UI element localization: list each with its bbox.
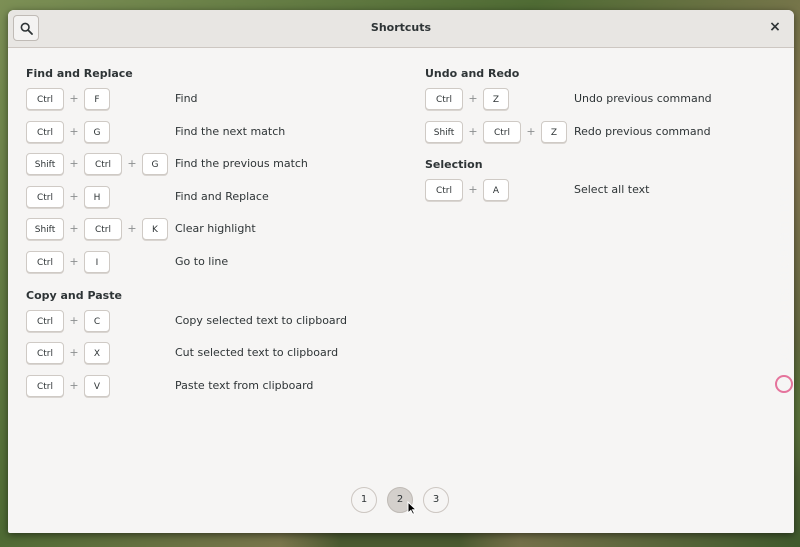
close-icon: × [769, 19, 781, 35]
keycap-ctrl: Ctrl [26, 309, 64, 332]
plus-separator: + [526, 124, 536, 138]
keycap-g: G [142, 153, 168, 176]
shortcut-row: Ctrl + F Find [26, 88, 406, 112]
keycap-ctrl: Ctrl [26, 251, 64, 273]
shortcut-row: Ctrl + G Find the next match [26, 120, 406, 145]
keycap-shift: Shift [26, 153, 64, 176]
shortcut-description: Find [175, 92, 198, 105]
keycap-i: I [84, 251, 110, 273]
shortcut-description: Go to line [175, 255, 229, 268]
shortcut-description: Copy selected text to clipboard [175, 313, 347, 327]
shortcut-description: Clear highlight [175, 222, 256, 236]
keycap-c: C [84, 309, 110, 332]
shortcut-description: Redo previous command [574, 124, 711, 138]
keycap-ctrl: Ctrl [84, 153, 122, 176]
plus-separator: + [69, 255, 79, 268]
plus-separator: + [127, 222, 137, 236]
shortcut-description: Paste text from clipboard [175, 378, 314, 392]
plus-separator: + [69, 189, 79, 203]
plus-separator: + [69, 313, 79, 327]
keycap-z: Z [541, 120, 567, 143]
titlebar: Shortcuts × [8, 10, 794, 48]
plus-separator: + [69, 346, 79, 360]
shortcut-row: Ctrl + V Paste text from clipboard [26, 374, 406, 399]
debian-logo-icon [775, 375, 793, 393]
shortcuts-column-right: Undo and Redo Ctrl + Z Undo previous command… [425, 47, 785, 477]
plus-separator: + [468, 124, 478, 138]
page-switcher: 123 [8, 487, 794, 515]
plus-separator: + [69, 124, 79, 138]
plus-separator: + [127, 157, 137, 171]
shortcut-row: Ctrl + H Find and Replace [26, 185, 406, 210]
section-title: Undo and Redo [425, 67, 520, 80]
shortcut-description: Undo previous command [574, 92, 712, 105]
plus-separator: + [468, 92, 478, 105]
window-title: Shortcuts [370, 21, 432, 34]
shortcut-row: Shift + Ctrl + G Find the previous match [26, 153, 406, 177]
page-button-3[interactable]: 3 [423, 487, 449, 513]
keycap-ctrl: Ctrl [26, 374, 64, 397]
shortcut-row: Ctrl + C Copy selected text to clipboard [26, 309, 406, 334]
keycap-x: X [84, 342, 110, 365]
shortcut-description: Find the next match [175, 124, 286, 138]
shortcut-row: Shift + Ctrl + K Clear highlight [26, 218, 406, 242]
shortcut-description: Find and Replace [175, 189, 269, 203]
keycap-k: K [142, 218, 168, 241]
keycap-h: H [84, 185, 110, 208]
keycap-ctrl: Ctrl [26, 120, 64, 143]
shortcut-description: Cut selected text to clipboard [175, 346, 339, 360]
plus-separator: + [69, 378, 79, 392]
shortcuts-column-left: Find and Replace Ctrl + F Find Ctrl + G Find the… [26, 47, 406, 477]
keycap-z: Z [483, 88, 509, 110]
page-button-1[interactable]: 1 [351, 487, 377, 513]
watermark-text: screenshots.debian.net [774, 184, 794, 395]
keycap-g: G [84, 120, 110, 143]
section-title: Copy and Paste [26, 288, 122, 302]
keycap-ctrl: Ctrl [26, 342, 64, 365]
keycap-shift: Shift [26, 218, 64, 241]
mouse-pointer-icon [407, 501, 417, 515]
keycap-ctrl: Ctrl [84, 218, 122, 241]
section-title: Find and Replace [26, 67, 133, 80]
shortcut-row: Shift + Ctrl + Z Redo previous command [425, 120, 785, 145]
keycap-ctrl: Ctrl [26, 88, 64, 110]
plus-separator: + [69, 92, 79, 105]
shortcut-description: Select all text [574, 183, 650, 197]
keycap-f: F [84, 88, 110, 110]
plus-separator: + [69, 157, 79, 171]
shortcut-row: Ctrl + Z Undo previous command [425, 88, 785, 112]
keycap-ctrl: Ctrl [425, 179, 463, 202]
keycap-ctrl: Ctrl [26, 185, 64, 208]
shortcut-row: Ctrl + A Select all text [425, 179, 785, 203]
section-title: Selection [425, 158, 483, 172]
keycap-ctrl: Ctrl [483, 120, 521, 143]
plus-separator: + [468, 183, 478, 197]
keycap-a: A [483, 179, 509, 202]
shortcut-row: Ctrl + X Cut selected text to clipboard [26, 342, 406, 366]
close-button[interactable]: × [768, 19, 782, 35]
keycap-ctrl: Ctrl [425, 88, 463, 110]
keycap-shift: Shift [425, 120, 463, 143]
shortcut-row: Ctrl + I Go to line [26, 251, 406, 275]
keycap-v: V [84, 374, 110, 397]
plus-separator: + [69, 222, 79, 236]
shortcut-description: Find the previous match [175, 157, 308, 171]
shortcuts-window: Shortcuts × Find and Replace Ctrl + F Find Ct… [8, 10, 794, 533]
